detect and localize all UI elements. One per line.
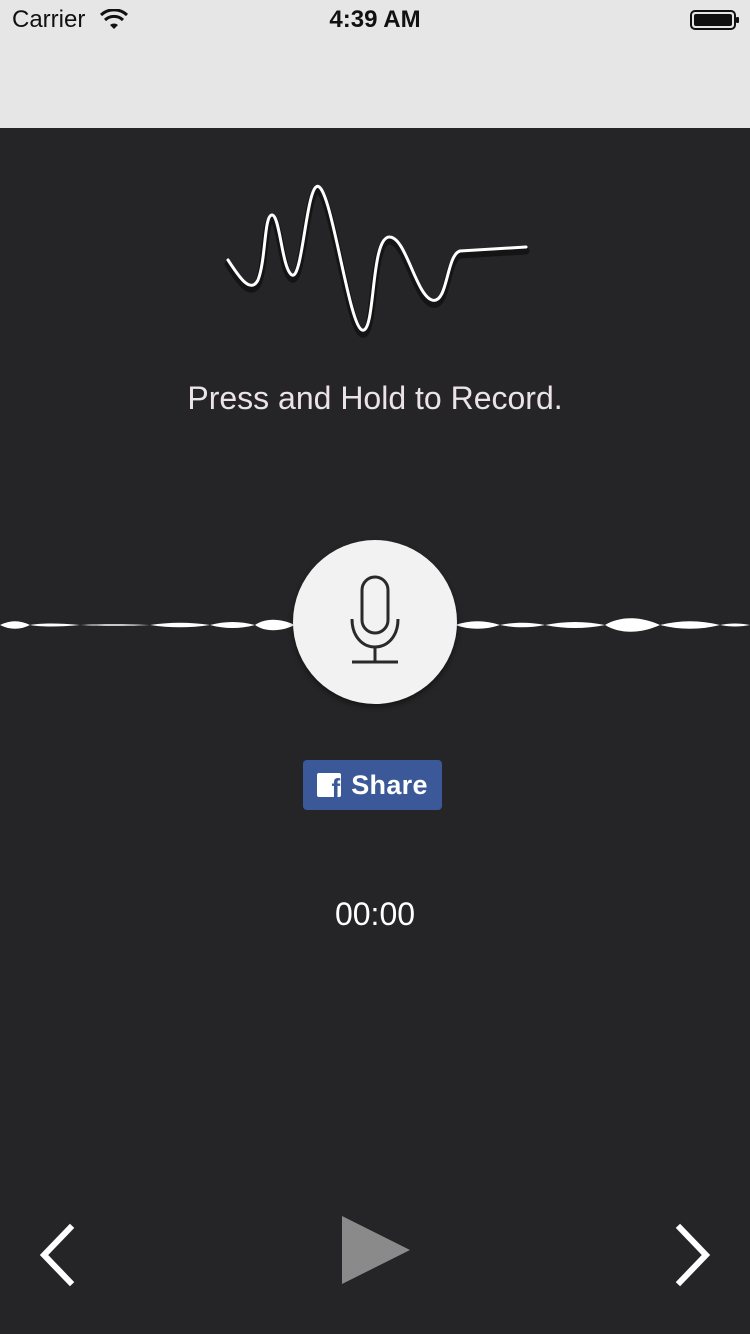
record-instruction: Press and Hold to Record. (187, 380, 563, 416)
share-button-label: Share (351, 769, 428, 800)
chevron-left-icon[interactable] (30, 1222, 90, 1288)
facebook-icon: f (317, 773, 342, 797)
chevron-right-icon[interactable] (662, 1222, 722, 1288)
status-time: 4:39 AM (329, 6, 421, 33)
record-button[interactable] (293, 540, 457, 704)
sound-wave-icon (224, 185, 530, 338)
microphone-icon (350, 575, 400, 664)
facebook-share-button[interactable]: f Share (303, 760, 442, 810)
play-icon[interactable] (338, 1212, 414, 1288)
status-bar: Carrier 4:39 AM (0, 0, 750, 128)
recording-timer: 00:00 (334, 896, 416, 932)
battery-icon (690, 10, 739, 30)
recorder-screen: Carrier 4:39 AM Press and Hold to Record… (0, 0, 750, 1334)
